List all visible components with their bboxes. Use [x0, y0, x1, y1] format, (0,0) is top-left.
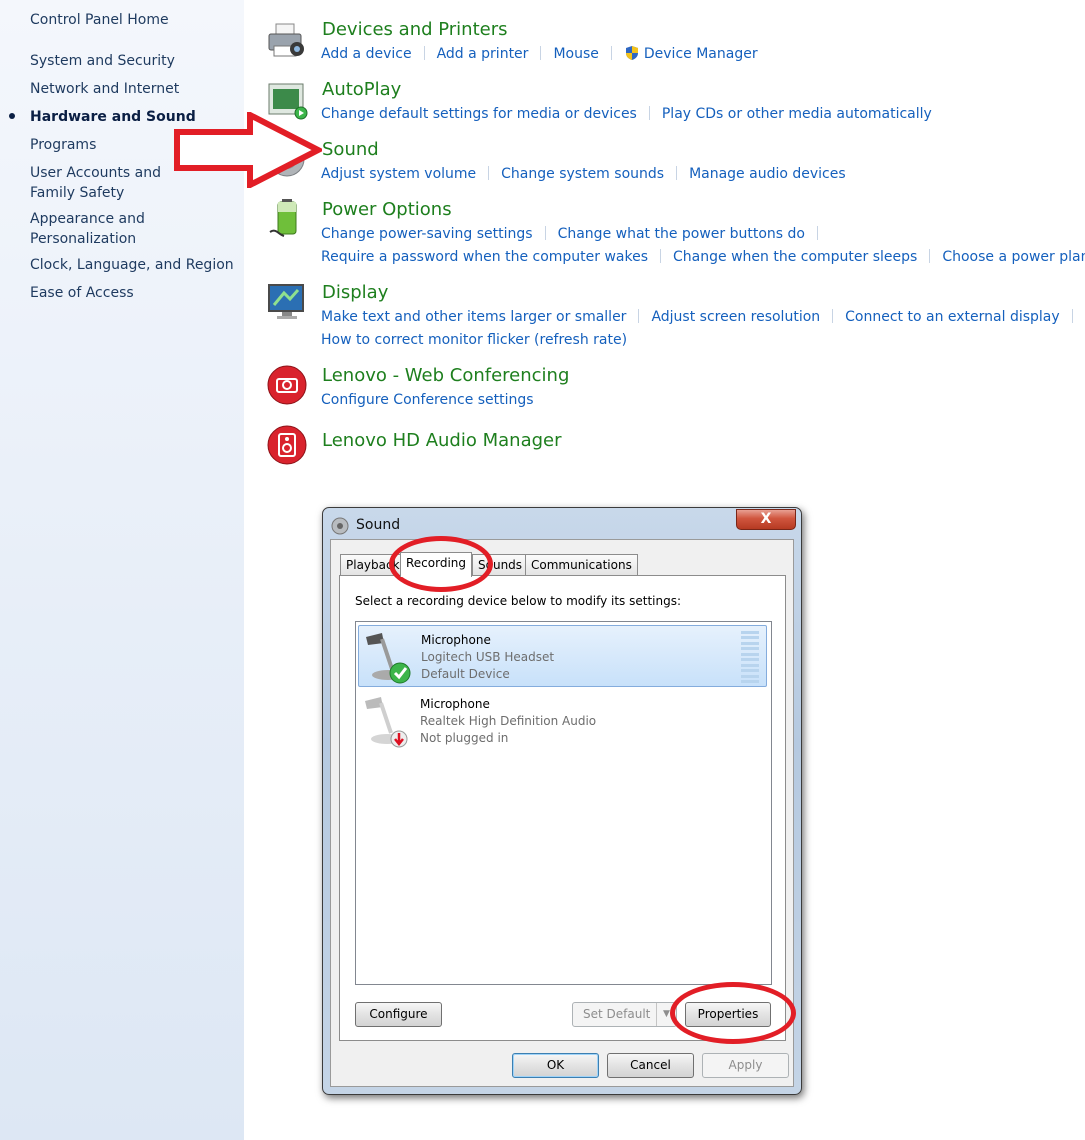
power-saving-link[interactable]: Change power-saving settings [321, 226, 533, 242]
add-device-link[interactable]: Add a device [321, 46, 412, 62]
set-default-label: Set Default [583, 1007, 651, 1021]
screen-resolution-link[interactable]: Adjust screen resolution [651, 309, 820, 325]
recording-device-list[interactable]: Microphone Logitech USB Headset Default … [355, 621, 772, 985]
require-password-link[interactable]: Require a password when the computer wak… [321, 249, 648, 265]
tab-communications[interactable]: Communications [525, 554, 638, 576]
sound-title[interactable]: Sound [322, 139, 379, 161]
close-button[interactable]: X [736, 509, 796, 530]
separator [540, 46, 542, 60]
nav-system-and-security[interactable]: System and Security [30, 51, 235, 71]
lenovo-audio-icon [267, 425, 307, 465]
panel-caption: Select a recording device below to modif… [355, 594, 682, 608]
nav-appearance[interactable]: Appearance and Personalization [30, 209, 170, 249]
configure-conference-link[interactable]: Configure Conference settings [321, 392, 534, 408]
separator [423, 46, 425, 60]
power-links-row2: Require a password when the computer wak… [321, 248, 1085, 266]
nav-network-and-internet[interactable]: Network and Internet [30, 79, 235, 99]
device-item-logitech[interactable]: Microphone Logitech USB Headset Default … [358, 625, 767, 687]
tab-recording[interactable]: Recording [400, 552, 473, 577]
device-item-realtek[interactable]: Microphone Realtek High Definition Audio… [358, 690, 767, 752]
add-printer-link[interactable]: Add a printer [437, 46, 529, 62]
nav-control-panel-home[interactable]: Control Panel Home [30, 10, 235, 30]
autoplay-links: Change default settings for media or dev… [321, 105, 932, 123]
microphone-unplugged-icon [365, 697, 408, 748]
sound-links: Adjust system volume Change system sounds… [321, 165, 846, 183]
play-cds-link[interactable]: Play CDs or other media automatically [662, 106, 932, 122]
cancel-button[interactable]: Cancel [607, 1053, 694, 1078]
apply-button[interactable]: Apply [702, 1053, 789, 1078]
recording-tab-panel: Select a recording device below to modif… [339, 575, 786, 1041]
separator [1071, 309, 1073, 323]
separator [832, 309, 834, 323]
lenovo-hd-audio-title[interactable]: Lenovo HD Audio Manager [322, 430, 562, 452]
lenovo-conferencing-icon [267, 365, 307, 405]
speaker-icon [331, 517, 349, 535]
monitor-icon [268, 284, 304, 319]
change-system-sounds-link[interactable]: Change system sounds [501, 166, 664, 182]
shield-icon [625, 46, 638, 60]
power-options-title[interactable]: Power Options [322, 199, 452, 221]
separator [929, 249, 931, 263]
separator [676, 166, 678, 180]
computer-sleeps-link[interactable]: Change when the computer sleeps [673, 249, 917, 265]
printer-icon [268, 23, 304, 57]
separator [638, 309, 640, 323]
separator [648, 106, 650, 120]
set-default-button[interactable]: Set Default ▼ [572, 1002, 677, 1027]
choose-power-plan-link[interactable]: Choose a power plan [942, 249, 1085, 265]
mouse-link[interactable]: Mouse [553, 46, 598, 62]
adjust-volume-link[interactable]: Adjust system volume [321, 166, 476, 182]
separator [660, 249, 662, 263]
power-buttons-link[interactable]: Change what the power buttons do [558, 226, 805, 242]
separator [610, 46, 612, 60]
display-links-row1: Make text and other items larger or smal… [321, 308, 1085, 326]
device-status: Default Device [421, 667, 510, 681]
configure-button[interactable]: Configure [355, 1002, 442, 1027]
nav-ease-of-access[interactable]: Ease of Access [30, 283, 235, 303]
device-name: Microphone [421, 633, 491, 647]
lenovo-web-conferencing-title[interactable]: Lenovo - Web Conferencing [322, 365, 569, 387]
dialog-title: Sound [356, 517, 401, 533]
devices-and-printers-title[interactable]: Devices and Printers [322, 19, 508, 41]
change-default-media-link[interactable]: Change default settings for media or dev… [321, 106, 637, 122]
monitor-flicker-link[interactable]: How to correct monitor flicker (refresh … [321, 332, 627, 348]
separator [817, 226, 818, 240]
text-larger-link[interactable]: Make text and other items larger or smal… [321, 309, 626, 325]
red-arrow-annotation [174, 112, 322, 188]
manage-audio-devices-link[interactable]: Manage audio devices [689, 166, 846, 182]
ok-button[interactable]: OK [512, 1053, 599, 1078]
separator [544, 226, 546, 240]
device-description: Realtek High Definition Audio [420, 714, 597, 728]
battery-icon [269, 199, 297, 237]
active-bullet [9, 113, 15, 119]
display-links-row2: How to correct monitor flicker (refresh … [321, 331, 627, 349]
microphone-icon [366, 633, 411, 684]
level-meter [741, 631, 759, 683]
device-description: Logitech USB Headset [421, 650, 555, 664]
nav-clock-language-region[interactable]: Clock, Language, and Region [30, 255, 235, 275]
separator [488, 166, 490, 180]
power-links-row1: Change power-saving settings Change what … [321, 225, 830, 243]
autoplay-title[interactable]: AutoPlay [322, 79, 401, 101]
properties-highlight [670, 982, 796, 1044]
devices-links: Add a device Add a printer Mouse Device Man… [321, 45, 758, 63]
device-name: Microphone [420, 697, 490, 711]
display-title[interactable]: Display [322, 282, 388, 304]
external-display-link[interactable]: Connect to an external display [845, 309, 1060, 325]
device-status: Not plugged in [420, 731, 509, 745]
lenovo-web-links: Configure Conference settings [321, 391, 534, 409]
device-manager-link[interactable]: Device Manager [644, 46, 758, 62]
